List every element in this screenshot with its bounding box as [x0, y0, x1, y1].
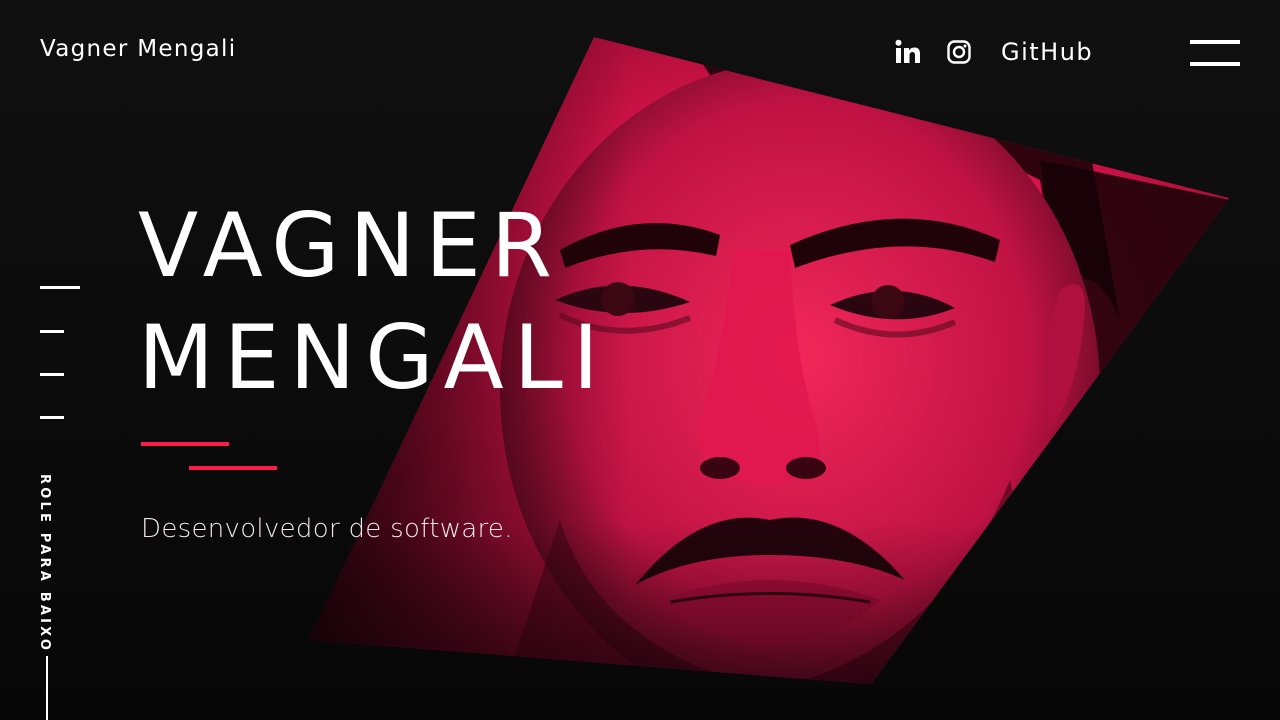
section-nav-item-4[interactable] [40, 416, 64, 419]
hero-title: VAGNER MENGALI [138, 190, 609, 414]
section-nav-item-1[interactable] [40, 286, 80, 289]
github-link[interactable]: GitHub [1001, 38, 1093, 66]
linkedin-icon[interactable] [890, 34, 926, 70]
hero-title-line-2: MENGALI [138, 306, 609, 409]
section-nav-item-2[interactable] [40, 330, 64, 333]
accent-line-1 [141, 442, 229, 446]
social-links: GitHub [890, 34, 1093, 70]
hero-title-line-1: VAGNER [138, 194, 562, 297]
instagram-icon[interactable] [946, 39, 972, 65]
hero-subtitle: Desenvolvedor de software. [141, 514, 513, 544]
section-nav-item-3[interactable] [40, 373, 64, 376]
scroll-hint: ROLE PARA BAIXO [37, 474, 52, 654]
hamburger-menu-icon[interactable] [1190, 40, 1240, 66]
scroll-indicator-line [46, 656, 48, 720]
brand-name[interactable]: Vagner Mengali [40, 36, 236, 62]
accent-line-2 [189, 466, 277, 470]
